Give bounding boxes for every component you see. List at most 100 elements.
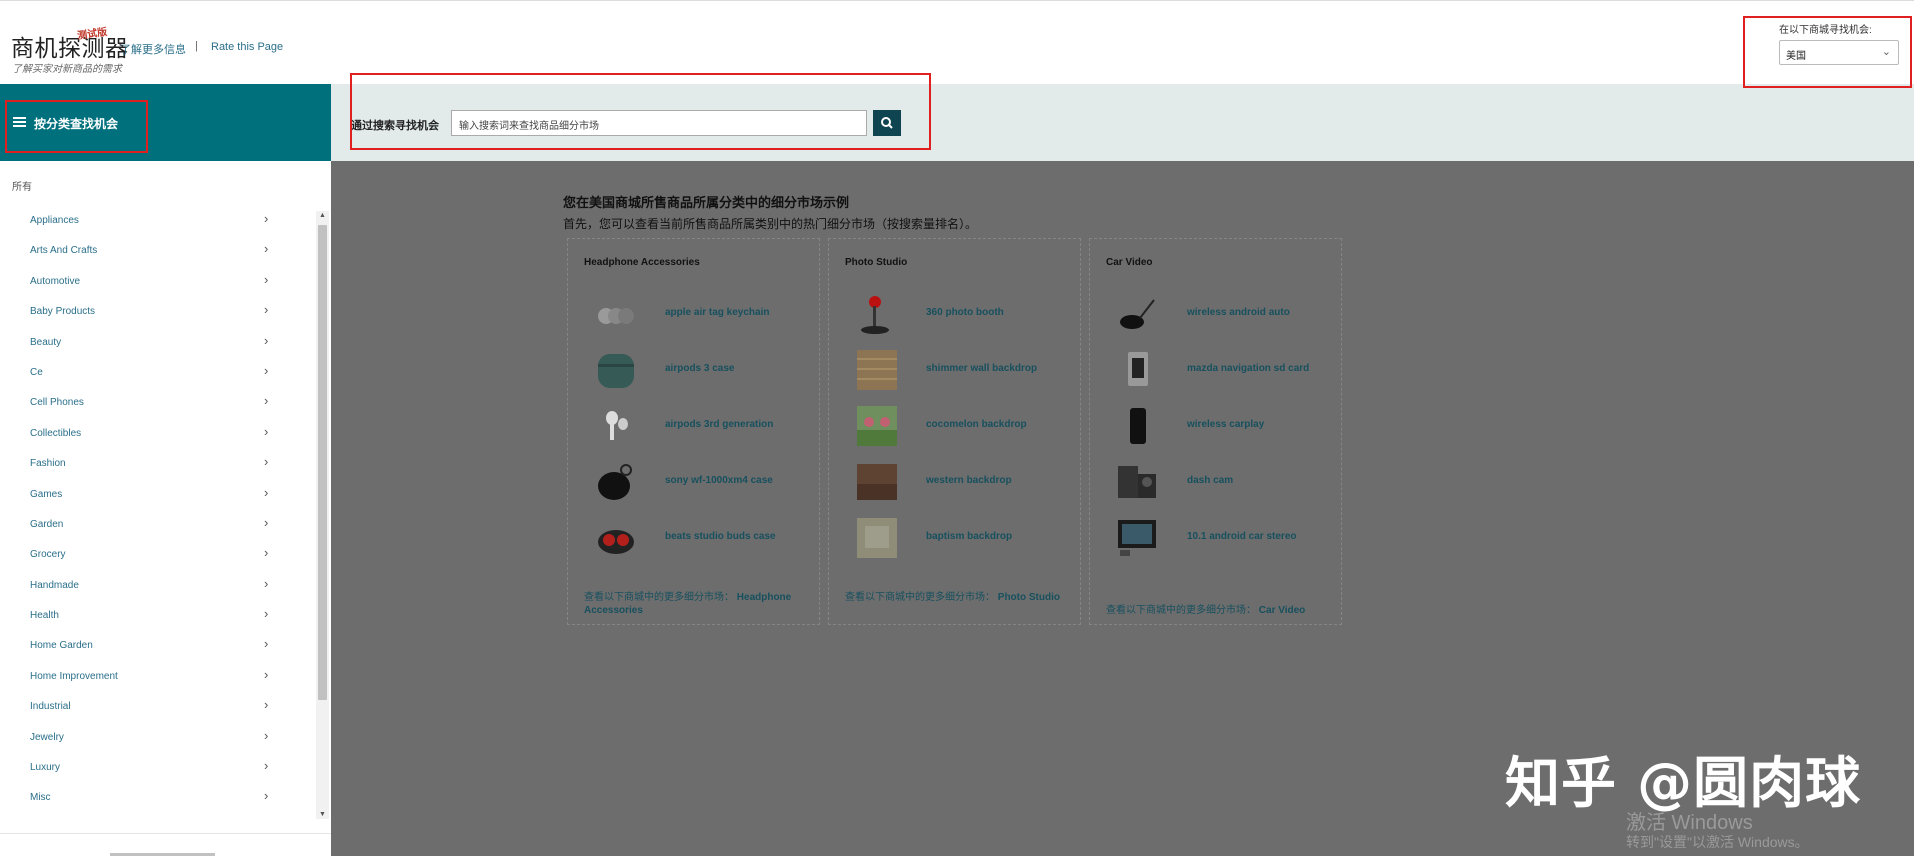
category-item[interactable]: Baby Products › [0, 297, 315, 327]
more-niches-category[interactable]: Car Video [1259, 605, 1306, 616]
niche-item[interactable]: wireless carplay [1106, 401, 1336, 451]
android-auto-adapter-thumbnail [1120, 299, 1155, 329]
niche-link[interactable]: airpods 3rd generation [665, 419, 773, 430]
sidebar-scrollbar[interactable]: ▲ ▼ [316, 211, 329, 819]
niche-link[interactable]: beats studio buds case [665, 531, 776, 542]
niche-item[interactable]: 10.1 android car stereo [1106, 513, 1336, 563]
header-separator: | [195, 40, 198, 52]
chevron-right-icon: › [264, 697, 269, 713]
niche-link[interactable]: cocomelon backdrop [926, 419, 1027, 430]
more-niches-prefix: 查看以下商城中的更多细分市场： [845, 592, 995, 603]
category-item[interactable]: Appliances › [0, 206, 315, 236]
niche-item[interactable]: 360 photo booth [845, 289, 1075, 339]
niche-item[interactable]: mazda navigation sd card [1106, 345, 1336, 395]
niche-link[interactable]: shimmer wall backdrop [926, 363, 1037, 374]
niche-link[interactable]: sony wf-1000xm4 case [665, 475, 773, 486]
category-item[interactable]: Ce › [0, 358, 315, 388]
category-label: Collectibles [30, 427, 82, 439]
annotation-box-market [1743, 16, 1912, 88]
category-item[interactable]: Beauty › [0, 328, 315, 358]
niche-item[interactable]: beats studio buds case [584, 513, 814, 563]
niche-link[interactable]: 10.1 android car stereo [1187, 531, 1297, 542]
niche-link[interactable]: 360 photo booth [926, 307, 1004, 318]
niche-item[interactable]: apple air tag keychain [584, 289, 814, 339]
niche-link[interactable]: mazda navigation sd card [1187, 363, 1309, 374]
niche-link[interactable]: baptism backdrop [926, 531, 1012, 542]
category-item[interactable]: Health › [0, 601, 315, 631]
niche-item[interactable]: shimmer wall backdrop [845, 345, 1075, 395]
niche-item[interactable]: cocomelon backdrop [845, 401, 1075, 451]
baptism-backdrop-thumbnail [857, 518, 897, 558]
niche-item[interactable]: airpods 3rd generation [584, 401, 814, 451]
category-label: Beauty [30, 336, 62, 348]
category-item[interactable]: Jewelry › [0, 723, 315, 753]
category-item[interactable]: Games › [0, 480, 315, 510]
more-niches-category[interactable]: Photo Studio [998, 592, 1060, 603]
category-item[interactable]: Arts And Crafts › [0, 236, 315, 266]
niche-card: Photo Studio 360 photo booth shimmer wal… [828, 238, 1081, 625]
category-item[interactable]: Luxury › [0, 753, 315, 783]
more-niches-link[interactable]: 查看以下商城中的更多细分市场： Car Video [1106, 604, 1331, 617]
category-item[interactable]: Home Improvement › [0, 662, 315, 692]
niche-item[interactable]: dash cam [1106, 457, 1336, 507]
niche-link[interactable]: wireless carplay [1187, 419, 1264, 430]
card-title: Headphone Accessories [584, 257, 700, 268]
app-subtitle: 了解买家对新商品的需求 [12, 64, 122, 75]
category-label: Luxury [30, 762, 61, 774]
opportunity-explorer-page: 商机探测器 测试版 了解更多信息 | Rate this Page 了解买家对新… [0, 0, 1914, 856]
scroll-down-icon[interactable]: ▼ [319, 811, 326, 818]
chevron-right-icon: › [264, 271, 269, 287]
category-label: Cell Phones [30, 397, 84, 409]
niche-item[interactable]: sony wf-1000xm4 case [584, 457, 814, 507]
scrollbar-thumb[interactable] [318, 225, 327, 700]
niche-card: Headphone Accessories apple air tag keyc… [567, 238, 820, 625]
sd-card-thumbnail [1128, 352, 1148, 386]
all-categories-label[interactable]: 所有 [12, 178, 32, 193]
more-niches-link[interactable]: 查看以下商城中的更多细分市场： Headphone Accessories [584, 591, 809, 617]
category-label: Baby Products [30, 306, 96, 318]
chevron-right-icon: › [264, 484, 269, 500]
category-item[interactable]: Grocery › [0, 540, 315, 570]
rate-page-link[interactable]: Rate this Page [211, 41, 283, 53]
scroll-up-icon[interactable]: ▲ [319, 212, 326, 219]
chevron-right-icon: › [264, 514, 269, 530]
category-item[interactable]: Home Garden › [0, 631, 315, 661]
niche-item[interactable]: airpods 3 case [584, 345, 814, 395]
category-item[interactable]: Fashion › [0, 449, 315, 479]
learn-more-link[interactable]: 了解更多信息 [120, 41, 186, 57]
cocomelon-backdrop-thumbnail [857, 406, 897, 446]
chevron-right-icon: › [264, 606, 269, 622]
niche-link[interactable]: western backdrop [926, 475, 1012, 486]
dash-cam-thumbnail [1118, 466, 1156, 498]
more-niches-prefix: 查看以下商城中的更多细分市场： [584, 592, 734, 603]
category-item[interactable]: Handmade › [0, 571, 315, 601]
niche-item[interactable]: wireless android auto [1106, 289, 1336, 339]
category-item[interactable]: Collectibles › [0, 419, 315, 449]
category-label: Handmade [30, 579, 79, 591]
category-label: Arts And Crafts [30, 245, 98, 257]
more-niches-link[interactable]: 查看以下商城中的更多细分市场： Photo Studio [845, 591, 1070, 604]
category-item[interactable]: Industrial › [0, 692, 315, 722]
category-label: Jewelry [30, 731, 64, 743]
category-item[interactable]: Misc › [0, 783, 315, 813]
niche-link[interactable]: dash cam [1187, 475, 1233, 486]
niche-link[interactable]: apple air tag keychain [665, 307, 770, 318]
category-label: Industrial [30, 701, 71, 713]
niche-link[interactable]: airpods 3 case [665, 363, 734, 374]
card-title: Car Video [1106, 257, 1153, 268]
app-logo[interactable]: 商机探测器 [11, 29, 129, 63]
annotation-box-search [350, 73, 931, 150]
niche-item[interactable]: baptism backdrop [845, 513, 1075, 563]
section-title: 您在美国商城所售商品所属分类中的细分市场示例 [563, 195, 850, 210]
earbuds-case-thumbnail [598, 464, 632, 500]
divider [0, 833, 331, 834]
chevron-right-icon: › [264, 727, 269, 743]
airpods-thumbnail [606, 411, 628, 440]
category-item[interactable]: Garden › [0, 510, 315, 540]
category-item[interactable]: Automotive › [0, 267, 315, 297]
photo-booth-thumbnail [861, 296, 889, 334]
niche-link[interactable]: wireless android auto [1187, 307, 1290, 318]
niche-item[interactable]: western backdrop [845, 457, 1075, 507]
category-item[interactable]: Cell Phones › [0, 388, 315, 418]
chevron-right-icon: › [264, 575, 269, 591]
